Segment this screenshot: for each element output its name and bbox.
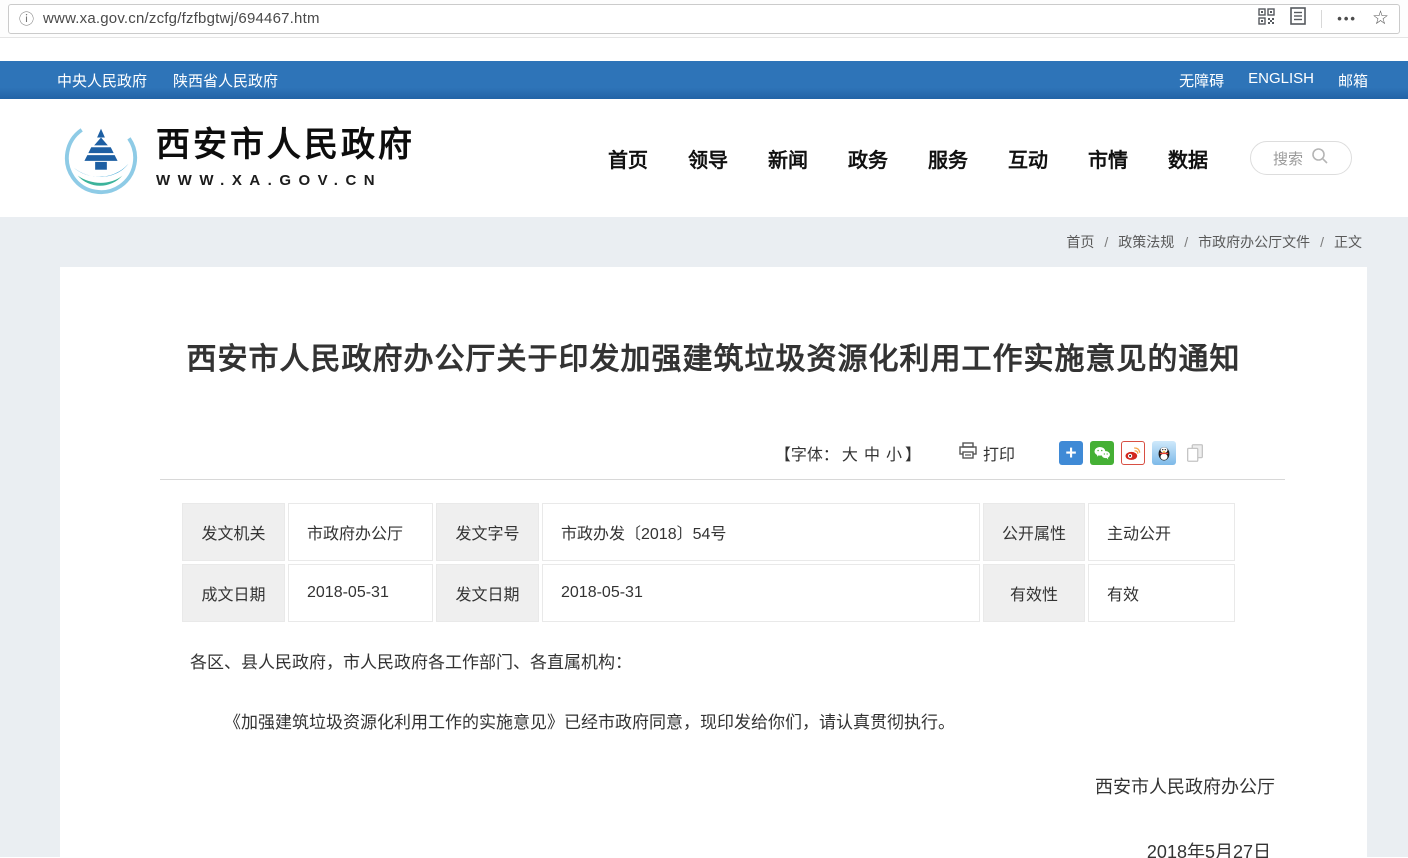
address-bar[interactable]: ⓘ www.xa.gov.cn/zcfg/fzfbgtwj/694467.htm [8, 4, 1400, 34]
more-actions-icon[interactable]: ••• [1337, 11, 1357, 26]
font-size-large-button[interactable]: 大 [842, 441, 858, 465]
wechat-share-icon[interactable] [1090, 441, 1114, 465]
link-mailbox[interactable]: 邮箱 [1338, 70, 1368, 91]
breadcrumb-home[interactable]: 首页 [1066, 232, 1094, 252]
font-size-small-button[interactable]: 小 [886, 441, 902, 465]
printer-icon [959, 442, 977, 464]
signature-date: 2018年5月27日 [190, 838, 1275, 858]
share-more-icon[interactable]: + [1059, 441, 1083, 465]
meta-label-publicity: 公开属性 [983, 503, 1085, 561]
article-title: 西安市人民政府办公厅关于印发加强建筑垃圾资源化利用工作实施意见的通知 [150, 341, 1277, 379]
table-row: 发文机关 市政府办公厅 发文字号 市政办发〔2018〕54号 公开属性 主动公开 [182, 503, 1235, 561]
font-size-suffix: 】 [905, 441, 921, 465]
meta-value-document-number: 市政办发〔2018〕54号 [542, 503, 980, 561]
meta-value-publicity: 主动公开 [1088, 503, 1235, 561]
nav-services[interactable]: 服务 [928, 144, 968, 173]
breadcrumb: 首页 政策法规 市政府办公厅文件 正文 [1066, 232, 1362, 252]
link-shaanxi-government[interactable]: 陕西省人民政府 [173, 70, 278, 91]
body-paragraph-salutation: 各区、县人民政府，市人民政府各工作部门、各直属机构： [190, 651, 1275, 675]
meta-label-written-date: 成文日期 [182, 564, 285, 622]
copy-link-icon[interactable] [1183, 441, 1207, 465]
nav-government-affairs[interactable]: 政务 [848, 144, 888, 173]
meta-value-issuing-agency: 市政府办公厅 [288, 503, 433, 561]
url-text[interactable]: www.xa.gov.cn/zcfg/fzfbgtwj/694467.htm [43, 10, 320, 27]
breadcrumb-policies[interactable]: 政策法规 [1094, 232, 1174, 252]
share-bar: + [1059, 441, 1207, 465]
chrome-gap [0, 38, 1408, 61]
toolbar-separator [1321, 10, 1322, 28]
article-card: 西安市人民政府办公厅关于印发加强建筑垃圾资源化利用工作实施意见的通知 【字体： … [60, 267, 1367, 857]
font-size-prefix: 【字体： [775, 441, 839, 465]
main-navigation: 首页 领导 新闻 政务 服务 互动 市情 数据 [608, 144, 1208, 173]
content-background: 首页 政策法规 市政府办公厅文件 正文 西安市人民政府办公厅关于印发加强建筑垃圾… [0, 217, 1408, 857]
article-toolbar: 【字体： 大 中 小 】 打印 + [60, 441, 1207, 465]
link-central-government[interactable]: 中央人民政府 [57, 70, 147, 91]
table-row: 成文日期 2018-05-31 发文日期 2018-05-31 有效性 有效 [182, 564, 1235, 622]
site-header: 西安市人民政府 WWW.XA.GOV.CN 首页 领导 新闻 政务 服务 互动 … [0, 99, 1408, 217]
site-info-icon[interactable]: ⓘ [19, 8, 34, 29]
search-box[interactable]: 搜索 [1250, 141, 1352, 175]
qr-code-icon[interactable] [1258, 8, 1275, 30]
nav-leadership[interactable]: 领导 [688, 144, 728, 173]
nav-city-profile[interactable]: 市情 [1088, 144, 1128, 173]
document-meta-table: 发文机关 市政府办公厅 发文字号 市政办发〔2018〕54号 公开属性 主动公开… [179, 500, 1238, 625]
search-placeholder: 搜索 [1273, 148, 1303, 169]
font-size-control: 【字体： 大 中 小 】 [775, 441, 921, 465]
meta-label-issue-date: 发文日期 [436, 564, 539, 622]
meta-value-validity: 有效 [1088, 564, 1235, 622]
nav-news[interactable]: 新闻 [768, 144, 808, 173]
link-english[interactable]: ENGLISH [1248, 70, 1314, 91]
meta-label-document-number: 发文字号 [436, 503, 539, 561]
weibo-share-icon[interactable] [1121, 441, 1145, 465]
font-size-medium-button[interactable]: 中 [864, 441, 880, 465]
nav-home[interactable]: 首页 [608, 144, 648, 173]
reading-mode-icon[interactable] [1290, 7, 1306, 30]
site-domain: WWW.XA.GOV.CN [156, 172, 415, 189]
meta-label-issuing-agency: 发文机关 [182, 503, 285, 561]
meta-value-written-date: 2018-05-31 [288, 564, 433, 622]
breadcrumb-current: 正文 [1310, 232, 1362, 252]
link-accessibility[interactable]: 无障碍 [1179, 70, 1224, 91]
browser-toolbar: ⓘ www.xa.gov.cn/zcfg/fzfbgtwj/694467.htm [0, 0, 1408, 38]
xian-government-logo[interactable] [62, 119, 140, 197]
government-links-bar: 中央人民政府 陕西省人民政府 无障碍 ENGLISH 邮箱 [0, 61, 1408, 99]
site-title-block[interactable]: 西安市人民政府 WWW.XA.GOV.CN [156, 127, 415, 188]
breadcrumb-office-documents[interactable]: 市政府办公厅文件 [1174, 232, 1310, 252]
body-paragraph-main: 《加强建筑垃圾资源化利用工作的实施意见》已经市政府同意，现印发给你们，请认真贯彻… [190, 711, 1275, 735]
print-button[interactable]: 打印 [959, 441, 1015, 465]
search-icon[interactable] [1311, 147, 1329, 170]
print-label: 打印 [983, 441, 1015, 465]
site-name: 西安市人民政府 [156, 127, 415, 164]
meta-label-validity: 有效性 [983, 564, 1085, 622]
nav-data[interactable]: 数据 [1168, 144, 1208, 173]
meta-value-issue-date: 2018-05-31 [542, 564, 980, 622]
nav-interaction[interactable]: 互动 [1008, 144, 1048, 173]
article-body: 各区、县人民政府，市人民政府各工作部门、各直属机构： 《加强建筑垃圾资源化利用工… [190, 651, 1275, 858]
bookmark-star-icon[interactable]: ☆ [1372, 9, 1389, 28]
signature-office: 西安市人民政府办公厅 [190, 773, 1275, 799]
toolbar-divider [160, 479, 1285, 480]
qq-share-icon[interactable] [1152, 441, 1176, 465]
